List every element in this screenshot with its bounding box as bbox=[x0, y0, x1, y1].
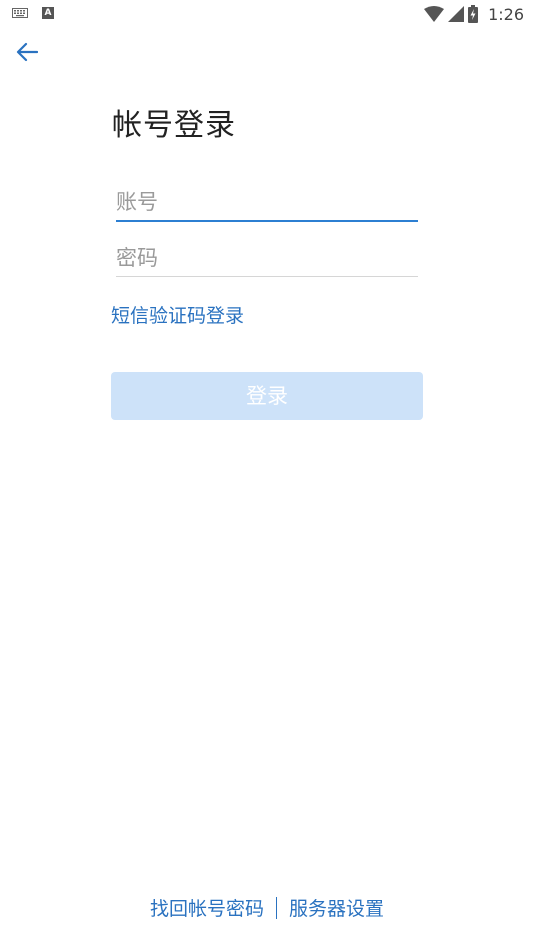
status-left: A bbox=[12, 7, 54, 19]
footer: 找回帐号密码 服务器设置 bbox=[0, 894, 534, 921]
login-screen: A 1:26 帐号登录 账号 短信验证码登录 登录 找回帐号密码 服务器设置 bbox=[0, 0, 534, 950]
login-button[interactable]: 登录 bbox=[111, 372, 423, 420]
sms-login-link[interactable]: 短信验证码登录 bbox=[111, 301, 244, 328]
password-field bbox=[116, 241, 418, 277]
signal-icon bbox=[448, 6, 465, 22]
status-time: 1:26 bbox=[488, 4, 524, 24]
wifi-icon bbox=[424, 6, 445, 22]
keyboard-icon bbox=[12, 8, 28, 18]
find-password-link[interactable]: 找回帐号密码 bbox=[150, 894, 264, 921]
arrow-left-icon bbox=[16, 42, 39, 66]
page-title: 帐号登录 bbox=[112, 108, 236, 143]
account-input[interactable] bbox=[116, 186, 418, 220]
status-bar: A 1:26 bbox=[0, 0, 534, 28]
back-button[interactable] bbox=[12, 40, 42, 68]
server-settings-link[interactable]: 服务器设置 bbox=[289, 894, 384, 921]
text-input-icon: A bbox=[42, 7, 54, 19]
status-right: 1:26 bbox=[424, 4, 524, 24]
account-field bbox=[116, 186, 418, 222]
battery-charging-icon bbox=[468, 5, 479, 23]
footer-divider bbox=[276, 896, 277, 919]
password-input[interactable] bbox=[116, 241, 418, 276]
